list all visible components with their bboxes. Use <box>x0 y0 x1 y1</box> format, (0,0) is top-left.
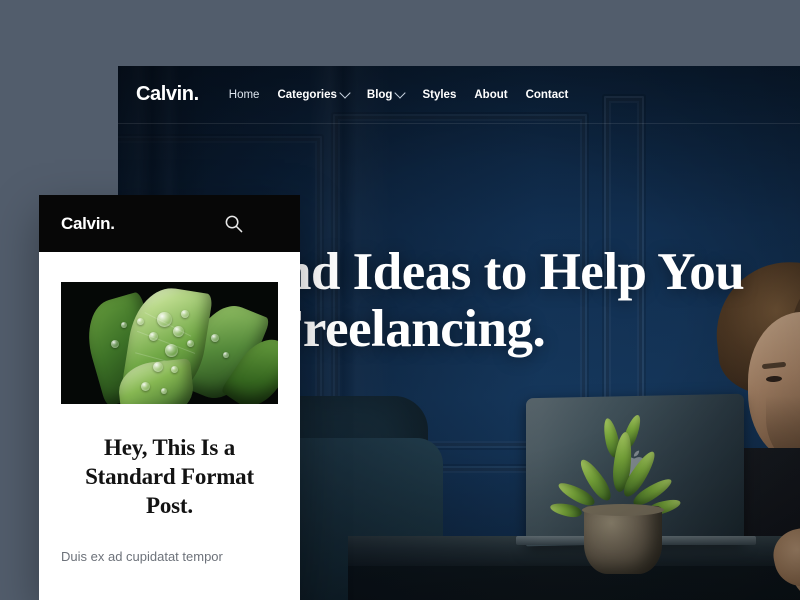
water-droplet <box>121 322 127 328</box>
mobile-post-body: Hey, This Is a Standard Format Post. Dui… <box>39 252 300 568</box>
water-droplet <box>165 344 178 357</box>
water-droplet <box>173 326 184 337</box>
nav-item-contact[interactable]: Contact <box>526 89 569 101</box>
nav-item-label: Home <box>228 88 260 101</box>
site-navigation-bar: Calvin. Home Categories Blog Styles Abou… <box>118 66 800 123</box>
nav-item-label: Blog <box>366 88 393 101</box>
search-icon-glyph <box>225 215 243 233</box>
water-droplet <box>161 388 167 394</box>
nav-item-label: Categories <box>277 88 337 101</box>
water-droplet <box>181 310 189 318</box>
nav-item-home[interactable]: Home <box>229 89 260 101</box>
water-droplet <box>223 352 229 358</box>
chevron-down-icon <box>394 86 407 99</box>
search-icon[interactable] <box>224 214 243 233</box>
post-title[interactable]: Hey, This Is a Standard Format Post. <box>65 434 274 521</box>
post-thumbnail-image[interactable] <box>61 282 278 404</box>
mobile-header-bar: Calvin. <box>39 195 300 252</box>
nav-item-about[interactable]: About <box>474 89 507 101</box>
site-logo[interactable]: Calvin. <box>136 83 199 106</box>
chevron-down-icon <box>339 86 351 99</box>
nav-links: Home Categories Blog Styles About Contac… <box>229 86 569 101</box>
nav-item-label: About <box>474 88 508 101</box>
nav-item-categories[interactable]: Categories <box>277 86 351 101</box>
water-droplet <box>149 332 158 341</box>
water-droplet <box>111 340 119 348</box>
mobile-site-mockup: Calvin. Hey, This Is a Standard Format P… <box>39 195 300 600</box>
nav-item-blog[interactable]: Blog <box>366 86 407 101</box>
water-droplet <box>157 312 172 327</box>
nav-item-label: Styles <box>422 88 457 101</box>
nav-item-label: Contact <box>525 88 569 101</box>
nav-divider <box>118 123 800 124</box>
water-droplet <box>211 334 219 342</box>
mobile-site-logo[interactable]: Calvin. <box>61 214 115 234</box>
hamburger-menu-icon[interactable] <box>257 219 278 229</box>
water-droplet <box>171 366 178 373</box>
water-droplet <box>141 382 150 391</box>
water-droplet <box>187 340 194 347</box>
mobile-header-actions <box>224 214 278 233</box>
post-excerpt: Duis ex ad cupidatat tempor <box>61 548 223 564</box>
water-droplet <box>137 318 144 325</box>
nav-item-styles[interactable]: Styles <box>422 89 456 101</box>
water-droplet <box>153 362 163 372</box>
